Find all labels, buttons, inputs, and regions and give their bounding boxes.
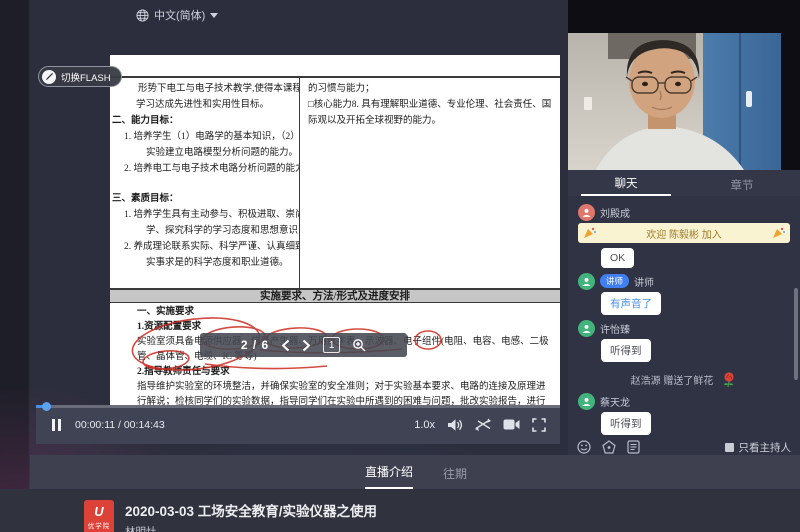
user-avatar: [578, 273, 595, 290]
chat-username: 刘殿成: [600, 205, 630, 220]
lecture-title: 2020-03-03 工场安全教育/实验仪器之使用: [125, 500, 377, 520]
chat-panel: 聊天 章节 刘殿成 欢迎 陈毅彬 加入: [568, 170, 800, 493]
doc-line: 学、探究科学的学习态度和思想意识；: [146, 223, 299, 239]
pause-button[interactable]: [50, 417, 63, 433]
doc-line: 2. 培养电工与电子技术电路分析问题的能力.: [124, 161, 299, 177]
live-classroom-app: 中文(简体) 形势下电工与电子技术教学,使得本课程 学习达成先进性和实用性目标。…: [0, 0, 800, 532]
lecture-instructor: 林明灶: [125, 524, 377, 532]
lecturer-badge: 讲师: [600, 274, 629, 288]
doc-line: 实验建立电路模型分析问题的能力。: [146, 145, 299, 161]
chat-bubble: 有声音了: [601, 292, 661, 315]
doc-line: 2. 养成理论联系实际、科学严谨、认真细致、: [124, 239, 299, 255]
chat-message: 讲师 讲师: [578, 273, 790, 289]
language-selector[interactable]: 中文(简体): [136, 7, 218, 23]
tab-live-intro[interactable]: 直播介绍: [365, 463, 413, 489]
doc-heading: 二、能力目标：: [112, 113, 299, 129]
video-info: U 优学院 2020-03-03 工场安全教育/实验仪器之使用 林明灶: [84, 500, 377, 532]
line-switch-icon[interactable]: [475, 418, 491, 432]
only-host-label: 只看主持人: [739, 440, 792, 455]
doc-line: 学习达成先进性和实用性目标。: [136, 97, 299, 113]
chat-message: 刘殿成: [578, 204, 790, 220]
doc-heading: 一、实施要求: [137, 305, 553, 320]
language-label: 中文(简体): [154, 7, 205, 23]
only-host-checkbox[interactable]: [725, 443, 734, 452]
ulearning-logo: U 优学院: [84, 500, 114, 532]
zoom-in-icon[interactable]: [352, 338, 366, 352]
user-avatar: [578, 204, 595, 221]
document-slide: 形势下电工与电子技术教学,使得本课程 学习达成先进性和实用性目标。 二、能力目标…: [110, 55, 560, 407]
flash-toggle-label: 切换FLASH: [61, 70, 111, 84]
chat-bubble: OK: [601, 248, 634, 268]
doc-line: 1. 培养学生（1）电路学的基本知识，（2）: [124, 129, 299, 145]
volume-icon[interactable]: [447, 418, 463, 432]
flash-toggle-button[interactable]: 切换FLASH: [38, 66, 122, 87]
fullscreen-icon[interactable]: [532, 418, 546, 432]
presenter-video: [568, 33, 781, 170]
logo-glyph: U: [94, 505, 103, 518]
flower-notice-text: 赵浩源 赠送了鲜花: [631, 372, 714, 387]
camera-icon[interactable]: [503, 418, 520, 431]
chat-username: 讲师: [634, 274, 654, 289]
doc-line: 1. 培养学生具有主动参与、积极进取、崇尚科: [124, 207, 299, 223]
chat-username: 蔡天龙: [600, 394, 630, 409]
bottom-tab-bar: 直播介绍 往期: [30, 455, 800, 489]
webcam-frame: [568, 33, 781, 170]
tab-chapters[interactable]: 章节: [684, 170, 800, 196]
pen-icon: [42, 70, 56, 84]
tab-past-sessions[interactable]: 往期: [443, 465, 467, 489]
right-panel: 聊天 章节 刘殿成 欢迎 陈毅彬 加入: [568, 0, 800, 445]
doc-line: 形势下电工与电子技术教学,使得本课程: [138, 81, 299, 97]
tab-chat[interactable]: 聊天: [568, 170, 684, 196]
doc-paragraph: 指导维护实验室的环境整洁，并确保实验室的安全准则；对于实验基本要求、电路的连接及…: [137, 380, 553, 407]
progress-knob[interactable]: [42, 402, 51, 411]
chat-message-list: 刘殿成 欢迎 陈毅彬 加入 OK 讲师: [568, 196, 800, 435]
webcam-video: [568, 0, 800, 170]
document-left-column: 形势下电工与电子技术教学,使得本课程 学习达成先进性和实用性目标。 二、能力目标…: [110, 78, 300, 288]
flower-gift-notice: 赵浩源 赠送了鲜花: [578, 371, 790, 388]
chat-tab-bar: 聊天 章节: [568, 170, 800, 196]
user-avatar: [578, 320, 595, 337]
confetti-icon: [772, 226, 785, 239]
chat-username: 许怡臻: [600, 321, 630, 336]
playback-speed-button[interactable]: 1.0x: [414, 419, 435, 431]
chat-message: 蔡天龙: [578, 393, 790, 409]
page-navigation-overlay: 2 / 6: [200, 333, 407, 357]
chat-message: 许怡臻: [578, 320, 790, 336]
progress-bar[interactable]: [36, 405, 560, 408]
doc-line: 的习惯与能力；: [308, 81, 554, 97]
doc-heading: 三、素质目标：: [112, 191, 299, 207]
globe-icon: [136, 9, 149, 22]
page-indicator: 2 / 6: [241, 338, 269, 352]
logo-text: 优学院: [88, 520, 111, 530]
doc-heading: 2.指导教师责任与要求: [137, 365, 553, 380]
player-controls: 00:00:11 / 00:14:43 1.0x: [36, 405, 560, 444]
welcome-banner: 欢迎 陈毅彬 加入: [578, 223, 790, 243]
confetti-icon: [583, 226, 596, 239]
emoji-icon[interactable]: [577, 440, 591, 454]
gift-icon[interactable]: [602, 440, 616, 454]
chevron-down-icon: [210, 13, 218, 18]
document-two-columns: 形势下电工与电子技术教学,使得本课程 学习达成先进性和实用性目标。 二、能力目标…: [110, 76, 560, 288]
document-right-column: 的习惯与能力； □核心能力8. 具有理解职业道德、专业伦理、社会责任、国际观以及…: [300, 78, 560, 288]
next-page-button[interactable]: [302, 339, 311, 352]
chat-scrollbar[interactable]: [794, 288, 798, 380]
user-avatar: [578, 393, 595, 410]
notes-icon[interactable]: [627, 440, 640, 454]
section-header-bar: 实施要求、方法/形式及进度安排: [110, 288, 560, 303]
chat-bubble: 听得到: [601, 339, 651, 362]
welcome-banner-text: 欢迎 陈毅彬 加入: [646, 226, 722, 241]
chat-bubble: 听得到: [601, 412, 651, 435]
page-input[interactable]: [323, 337, 340, 353]
rose-flower-icon: [720, 371, 737, 388]
doc-line: □核心能力8. 具有理解职业道德、专业伦理、社会责任、国际观以及开拓全球视野的能…: [308, 97, 554, 129]
playback-time: 00:00:11 / 00:14:43: [75, 419, 165, 431]
prev-page-button[interactable]: [281, 339, 290, 352]
doc-line: 实事求是的科学态度和职业道德。: [146, 255, 299, 271]
